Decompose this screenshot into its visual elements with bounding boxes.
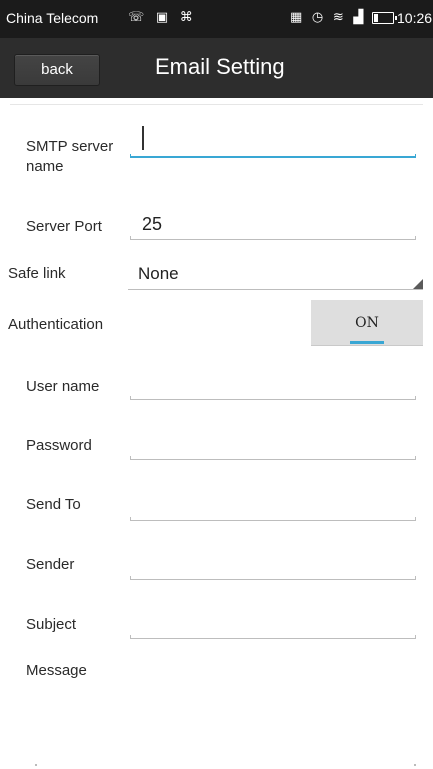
carrier-name: China Telecom (6, 10, 99, 26)
smtp-server-label: SMTP server name (26, 138, 114, 175)
status-bar: China Telecom ☏ ▣ ⌘ ▦ ◷ ≋ ▟ 10:26 (0, 0, 433, 38)
back-button[interactable]: back (14, 54, 100, 86)
password-input[interactable] (130, 456, 416, 460)
server-port-value: 25 (142, 214, 163, 234)
password-label: Password (26, 437, 92, 454)
user-name-label: User name (26, 378, 100, 395)
subject-label: Subject (26, 616, 77, 633)
send-to-input[interactable] (130, 517, 416, 521)
subject-input[interactable] (130, 635, 416, 639)
textarea-corner-right (414, 764, 416, 766)
server-port-label: Server Port (26, 218, 102, 235)
textarea-corner-left (35, 764, 37, 766)
user-name-input[interactable] (130, 396, 416, 400)
clock: 10:26 (397, 10, 433, 26)
toggle-indicator (350, 341, 384, 344)
authentication-toggle-label: ON (355, 315, 379, 331)
back-button-label: back (41, 61, 73, 78)
send-to-label: Send To (26, 496, 81, 513)
server-port-input[interactable] (130, 236, 416, 240)
page-title: Email Setting (155, 54, 285, 79)
sender-input[interactable] (130, 576, 416, 580)
safe-link-label: Safe link (8, 265, 66, 282)
notification-icons: ☏ ▣ ⌘ (128, 9, 197, 24)
divider (10, 104, 423, 105)
sender-label: Sender (26, 556, 75, 573)
system-status-icons: ▦ ◷ ≋ ▟ (290, 9, 367, 24)
authentication-toggle[interactable]: ON (311, 300, 423, 346)
app-bar: back Email Setting (0, 38, 433, 98)
message-textarea[interactable] (26, 690, 416, 760)
dropdown-arrow-icon (413, 279, 423, 289)
safe-link-select[interactable]: None (138, 264, 179, 284)
authentication-label: Authentication (8, 316, 104, 333)
safe-link-underline (128, 289, 423, 290)
battery-icon (372, 12, 397, 24)
text-cursor (142, 126, 144, 150)
message-label: Message (26, 662, 87, 679)
smtp-server-input[interactable] (130, 154, 416, 158)
